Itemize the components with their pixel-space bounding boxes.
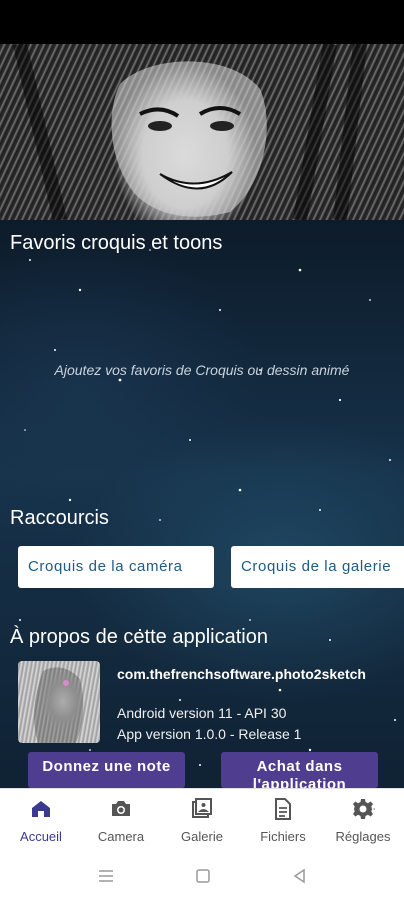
file-icon xyxy=(275,798,291,820)
recent-apps-icon[interactable] xyxy=(96,866,116,886)
shortcut-gallery-sketch-button[interactable]: Croquis de la galerie xyxy=(231,546,404,588)
rate-app-button[interactable]: Donnez une note xyxy=(28,752,185,788)
favorites-title: Favoris croquis et toons xyxy=(10,232,223,254)
app-package-name: com.thefrenchsoftware.photo2sketch xyxy=(117,666,366,682)
nav-label-gallery: Galerie xyxy=(181,829,223,844)
about-title: À propos de cette application xyxy=(10,626,268,648)
nav-label-settings: Réglages xyxy=(335,829,391,844)
back-icon[interactable] xyxy=(290,866,310,886)
nav-item-home[interactable]: Accueil xyxy=(1,789,81,851)
favorites-empty-message: Ajoutez vos favoris de Croquis ou dessin… xyxy=(54,362,350,378)
app-version: App version 1.0.0 - Release 1 xyxy=(117,726,302,742)
nav-item-gallery[interactable]: Galerie xyxy=(162,789,242,851)
nav-label-files: Fichiers xyxy=(260,829,306,844)
nav-item-settings[interactable]: Réglages xyxy=(323,789,403,851)
shortcuts-row: Croquis de la caméra Croquis de la galer… xyxy=(18,546,404,588)
nav-item-files[interactable]: Fichiers xyxy=(243,789,323,851)
nav-label-home: Accueil xyxy=(20,829,62,844)
in-app-purchase-button[interactable]: Achat dans l'application xyxy=(221,752,378,788)
hero-sketch-image xyxy=(0,44,404,220)
shortcut-camera-sketch-button[interactable]: Croquis de la caméra xyxy=(18,546,214,588)
status-bar xyxy=(0,0,404,44)
home-button-icon[interactable] xyxy=(193,866,213,886)
android-version: Android version 11 - API 30 xyxy=(117,705,287,721)
nav-item-camera[interactable]: Camera xyxy=(81,789,161,851)
nav-label-camera: Camera xyxy=(97,829,145,844)
system-navigation-bar xyxy=(0,850,404,900)
app-thumbnail xyxy=(18,661,100,743)
home-icon xyxy=(32,801,50,817)
gallery-icon xyxy=(192,798,212,818)
shortcuts-title: Raccourcis xyxy=(10,507,109,529)
gear-icon xyxy=(351,799,375,819)
bottom-navigation: Accueil Camera Galerie Fichiers Réglages xyxy=(0,788,404,851)
camera-icon xyxy=(112,801,130,816)
